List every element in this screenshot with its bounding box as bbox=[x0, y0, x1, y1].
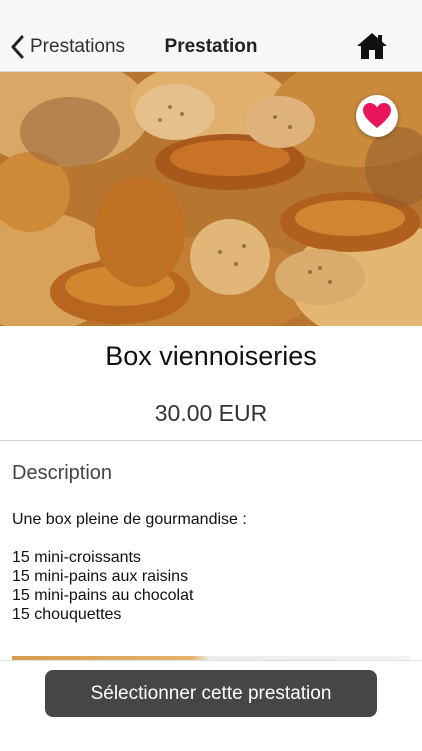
favorite-button[interactable] bbox=[356, 95, 398, 137]
description-item: 15 mini-croissants bbox=[12, 549, 141, 566]
description-body: Une box pleine de gourmandise : 15 mini-… bbox=[12, 510, 410, 624]
select-service-button[interactable]: Sélectionner cette prestation bbox=[45, 670, 377, 717]
description-heading: Description bbox=[12, 462, 113, 484]
product-title-row: Box viennoiseries bbox=[0, 326, 422, 387]
home-icon bbox=[357, 33, 387, 59]
product-price-row: 30.00 EUR bbox=[0, 386, 422, 441]
description-item: 15 mini-pains aux raisins bbox=[12, 568, 189, 585]
description-item: 15 chouquettes bbox=[12, 606, 122, 623]
home-button[interactable] bbox=[356, 31, 388, 61]
product-title: Box viennoiseries bbox=[105, 340, 317, 371]
navigation-bar: Prestations Prestation bbox=[0, 0, 422, 72]
heart-icon bbox=[363, 103, 391, 128]
description-intro: Une box pleine de gourmandise : bbox=[12, 511, 247, 528]
description-item: 15 mini-pains au chocolat bbox=[12, 587, 194, 604]
product-price: 30.00 EUR bbox=[154, 399, 268, 426]
